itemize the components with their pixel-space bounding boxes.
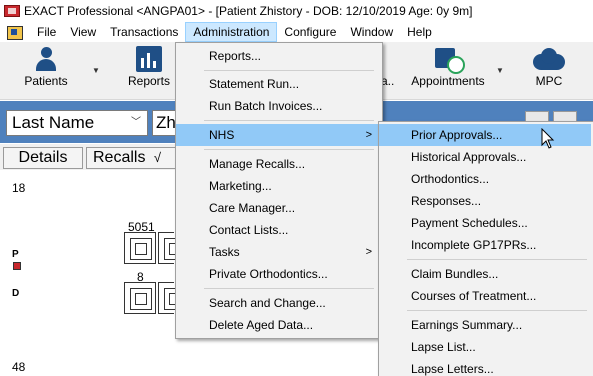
menu-transactions[interactable]: Transactions xyxy=(103,22,185,42)
tooth-lower[interactable] xyxy=(124,282,156,314)
menu-item-search-and-change[interactable]: Search and Change... xyxy=(176,292,380,314)
tooth-lower-partial[interactable] xyxy=(158,282,186,314)
menu-item-statement-run[interactable]: Statement Run... xyxy=(176,73,380,95)
tooth-upper-partial[interactable] xyxy=(158,232,186,264)
menu-item-contact-lists[interactable]: Contact Lists... xyxy=(176,219,380,241)
document-icon[interactable] xyxy=(6,24,24,40)
appointments-button[interactable]: Appointments xyxy=(404,46,492,88)
menu-item-responses[interactable]: Responses... xyxy=(379,190,591,212)
menu-view[interactable]: View xyxy=(63,22,103,42)
menu-item-payment-schedules[interactable]: Payment Schedules... xyxy=(379,212,591,234)
appointments-dropdown-icon[interactable]: ▼ xyxy=(496,66,504,75)
administration-menu: Reports... Statement Run... Run Batch In… xyxy=(175,42,383,339)
partial-toolbar-button[interactable]: a... xyxy=(381,46,395,88)
person-icon xyxy=(32,46,60,72)
menu-separator xyxy=(204,70,374,71)
patients-dropdown-icon[interactable]: ▼ xyxy=(92,66,100,75)
menu-item-lapse-letters[interactable]: Lapse Letters... xyxy=(379,358,591,376)
reports-label: Reports xyxy=(127,74,171,88)
menu-item-orthodontics[interactable]: Orthodontics... xyxy=(379,168,591,190)
menu-administration[interactable]: Administration xyxy=(185,22,278,42)
menu-item-earnings-summary[interactable]: Earnings Summary... xyxy=(379,314,591,336)
menu-item-marketing[interactable]: Marketing... xyxy=(176,175,380,197)
mouse-cursor-icon xyxy=(541,128,555,149)
menu-item-nhs[interactable]: NHS > xyxy=(176,124,380,146)
reports-button[interactable]: Reports xyxy=(122,46,176,88)
tooth-upper[interactable] xyxy=(124,232,156,264)
menu-item-delete-aged-data[interactable]: Delete Aged Data... xyxy=(176,314,380,336)
red-marker-icon xyxy=(13,262,21,270)
menu-item-prior-approvals[interactable]: Prior Approvals... xyxy=(379,124,591,146)
menu-separator xyxy=(407,310,587,311)
tooth-label-48: 48 xyxy=(12,360,26,374)
window-title: EXACT Professional <ANGPA01> - [Patient … xyxy=(24,4,473,18)
calendar-clock-icon xyxy=(433,46,465,74)
menu-item-nhs-label: NHS xyxy=(209,128,235,142)
d-marker: D xyxy=(12,288,20,299)
tab-details[interactable]: Details xyxy=(3,147,83,169)
menu-item-private-orthodontics[interactable]: Private Orthodontics... xyxy=(176,263,380,285)
title-bar: EXACT Professional <ANGPA01> - [Patient … xyxy=(0,0,593,22)
menu-separator xyxy=(204,149,374,150)
app-icon xyxy=(4,5,20,17)
mpc-button[interactable]: MPC xyxy=(522,46,576,88)
menu-separator xyxy=(204,120,374,121)
menu-item-manage-recalls[interactable]: Manage Recalls... xyxy=(176,153,380,175)
menu-item-tasks-label: Tasks xyxy=(209,245,240,259)
menu-bar: File View Transactions Administration Co… xyxy=(0,22,593,42)
partial-label: a... xyxy=(381,74,395,88)
nhs-submenu: Prior Approvals... Historical Approvals.… xyxy=(378,121,593,376)
tab-recalls[interactable]: Recalls √ xyxy=(86,147,178,169)
reports-chart-icon xyxy=(136,46,162,72)
chevron-right-icon: > xyxy=(365,246,372,258)
menu-separator xyxy=(407,259,587,260)
menu-configure[interactable]: Configure xyxy=(277,22,343,42)
search-field-select[interactable]: Last Name ﹀ xyxy=(6,110,148,136)
p-marker: P xyxy=(12,249,19,260)
patients-label: Patients xyxy=(24,74,68,88)
tab-recalls-label: Recalls xyxy=(93,149,146,166)
menu-item-reports[interactable]: Reports... xyxy=(176,45,380,67)
chevron-right-icon: > xyxy=(365,129,372,141)
menu-window[interactable]: Window xyxy=(343,22,400,42)
chevron-down-icon: ﹀ xyxy=(131,117,141,128)
menu-separator xyxy=(204,288,374,289)
mpc-label: MPC xyxy=(535,74,563,88)
menu-item-care-manager[interactable]: Care Manager... xyxy=(176,197,380,219)
menu-item-courses-of-treatment[interactable]: Courses of Treatment... xyxy=(379,285,591,307)
menu-help[interactable]: Help xyxy=(400,22,439,42)
menu-item-run-batch-invoices[interactable]: Run Batch Invoices... xyxy=(176,95,380,117)
search-field-value: Last Name xyxy=(12,113,95,132)
menu-item-incomplete-gp17prs[interactable]: Incomplete GP17PRs... xyxy=(379,234,591,256)
menu-item-tasks[interactable]: Tasks > xyxy=(176,241,380,263)
patients-button[interactable]: Patients xyxy=(18,46,74,88)
appointments-label: Appointments xyxy=(411,74,485,88)
menu-file[interactable]: File xyxy=(30,22,63,42)
check-icon: √ xyxy=(153,150,162,165)
menu-item-lapse-list[interactable]: Lapse List... xyxy=(379,336,591,358)
menu-item-claim-bundles[interactable]: Claim Bundles... xyxy=(379,263,591,285)
cloud-icon xyxy=(529,46,569,72)
tooth-label-18: 18 xyxy=(12,181,26,195)
menu-item-historical-approvals[interactable]: Historical Approvals... xyxy=(379,146,591,168)
